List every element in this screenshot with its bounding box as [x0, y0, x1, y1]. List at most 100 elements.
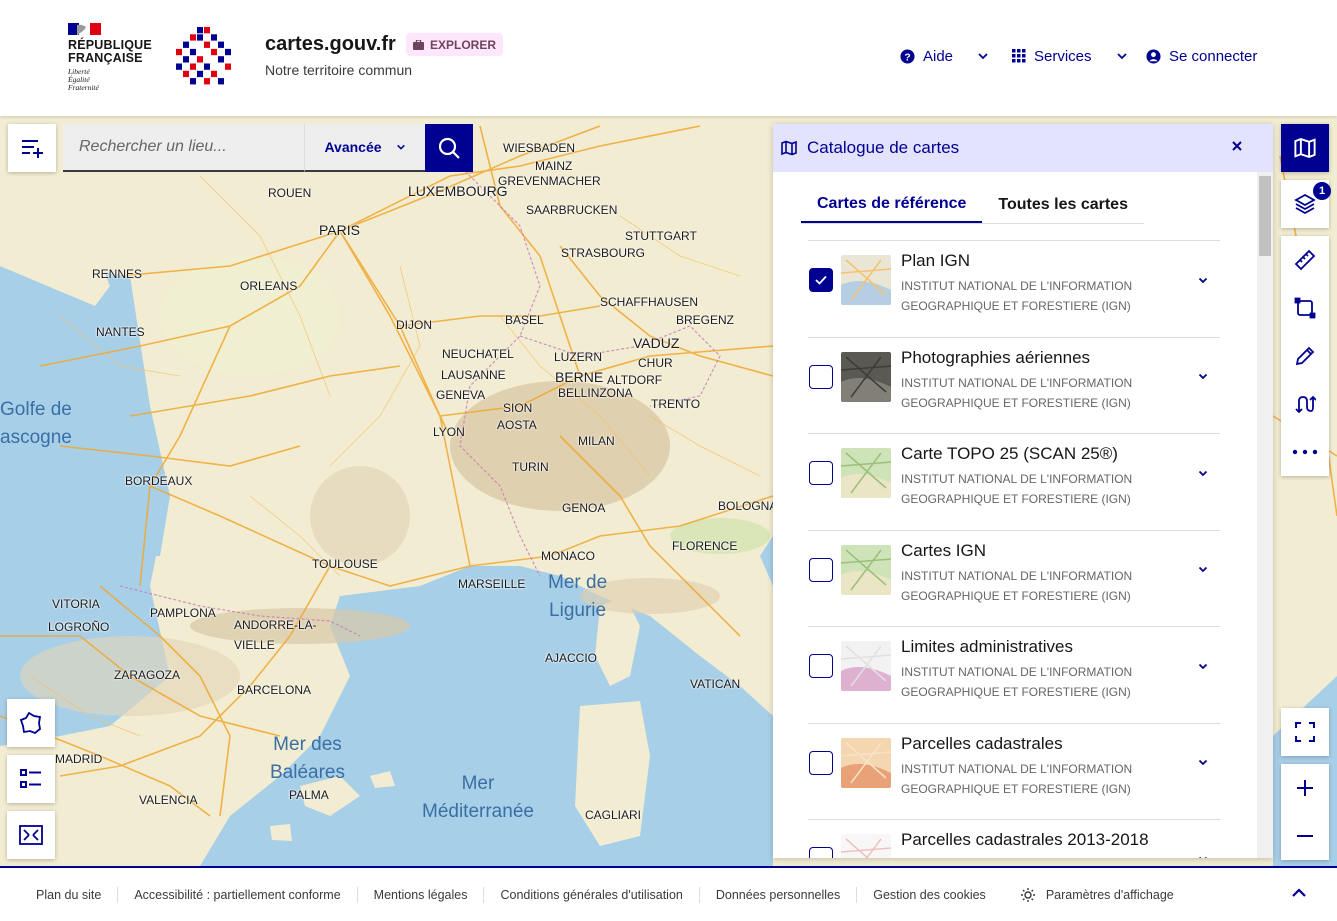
site-footer: Plan du site Accessibilité : partielleme… [0, 866, 1337, 921]
expand-button[interactable] [1194, 369, 1212, 387]
close-icon [1232, 141, 1242, 151]
catalog-tabs: Cartes de référence Toutes les cartes [801, 186, 1144, 224]
zoom-out-button[interactable] [1281, 812, 1329, 860]
map-label: SCHAFFHAUSEN [600, 295, 699, 309]
map-label: BERNE [555, 369, 604, 385]
help-menu-button[interactable]: ? Aide [900, 45, 989, 67]
footer-link-terms[interactable]: Conditions générales d'utilisation [484, 886, 700, 903]
route-button[interactable] [1281, 380, 1329, 428]
expand-button[interactable] [1194, 465, 1212, 483]
search-input[interactable] [63, 124, 304, 172]
layer-item[interactable]: Parcelles cadastrales 2013-2018 INSTITUT … [808, 819, 1220, 858]
layer-item[interactable]: Limites administratives INSTITUT NATIONAL… [808, 626, 1220, 723]
logo-pixel [204, 63, 210, 70]
layer-item[interactable]: Parcelles cadastrales INSTITUT NATIONAL D… [808, 722, 1220, 820]
draw-button[interactable] [1281, 332, 1329, 380]
expand-button[interactable] [1194, 272, 1212, 290]
chevron-down-icon [396, 144, 405, 150]
layer-item[interactable]: Photographies aériennes INSTITUT NATIONAL… [808, 336, 1220, 434]
briefcase-icon [413, 39, 424, 50]
minimap-button[interactable] [7, 811, 55, 859]
layer-producer: INSTITUT NATIONAL DE L'INFORMATION GEOGR… [901, 279, 1133, 313]
layer-thumbnail [841, 448, 891, 498]
layer-checkbox[interactable] [809, 654, 833, 678]
more-icon [1292, 449, 1318, 455]
layer-item[interactable]: Cartes IGN INSTITUT NATIONAL DE L'INFORMA… [808, 529, 1220, 627]
shape-icon [1294, 297, 1316, 319]
logo-pixel [183, 70, 189, 78]
layer-checkbox[interactable] [809, 268, 833, 292]
search-bar: Avancée [63, 124, 473, 172]
zoom-in-button[interactable] [1281, 764, 1329, 812]
territory-button[interactable] [7, 699, 55, 747]
scrollbar-thumb[interactable] [1259, 176, 1271, 256]
layers-button[interactable]: 1 [1281, 180, 1331, 228]
map-label: LUXEMBOURG [408, 183, 508, 199]
display-settings-button[interactable]: Paramètres d'affichage [1020, 887, 1174, 903]
map-label: AOSTA [497, 418, 537, 432]
more-tools-button[interactable] [1281, 428, 1329, 476]
footer-link-legal[interactable]: Mentions légales [358, 886, 485, 903]
site-title[interactable]: cartes.gouv.fr [265, 33, 396, 56]
layer-checkbox[interactable] [809, 847, 833, 858]
expand-button[interactable] [1194, 658, 1212, 676]
logo-pixel [190, 34, 196, 41]
draw-area-button[interactable] [1281, 284, 1329, 332]
close-button[interactable] [1227, 138, 1247, 158]
logo-pixel [218, 56, 224, 63]
tab-reference-maps[interactable]: Cartes de référence [801, 186, 983, 223]
layer-checkbox[interactable] [809, 557, 833, 582]
logo-pixel [211, 70, 217, 78]
map-label: TOULOUSE [312, 557, 378, 571]
republic-title[interactable]: RÉPUBLIQUE FRANÇAISE [68, 39, 152, 65]
footer-link-sitemap[interactable]: Plan du site [20, 886, 119, 903]
footer-link-accessibility[interactable]: Accessibilité : partiellement conforme [118, 886, 358, 903]
logo-pixel [176, 63, 182, 70]
login-button[interactable]: Se connecter [1146, 45, 1257, 67]
fullscreen-group [1281, 708, 1329, 756]
scrollbar[interactable] [1257, 172, 1273, 858]
expand-button[interactable] [1194, 755, 1212, 773]
check-icon [815, 275, 827, 285]
services-menu-button[interactable]: Services [1012, 45, 1128, 67]
chevron-down-icon [978, 53, 988, 60]
expand-button[interactable] [1194, 851, 1212, 858]
measure-button[interactable] [1281, 236, 1329, 284]
map-label: MONACO [541, 549, 595, 563]
catalog-toggle-button[interactable] [1281, 124, 1329, 172]
search-button[interactable] [425, 124, 473, 172]
chevron-up-icon [1292, 887, 1306, 897]
layer-add-button[interactable] [8, 124, 56, 172]
legend-button[interactable] [7, 755, 55, 803]
republic-motto: Liberté Égalité Fraternité [68, 67, 99, 92]
sea-label: Mer de Ligurie [548, 572, 608, 621]
expand-button[interactable] [1194, 562, 1212, 580]
svg-text:?: ? [904, 52, 910, 63]
advanced-search-button[interactable]: Avancée [304, 124, 425, 172]
logo-pixel [204, 78, 210, 85]
tab-all-maps[interactable]: Toutes les cartes [982, 186, 1144, 223]
cartes-logo-icon[interactable] [176, 27, 234, 87]
map-label: DIJON [396, 318, 432, 332]
layer-checkbox[interactable] [809, 750, 833, 775]
map-label: WIESBADEN [503, 141, 576, 155]
chevron-down-icon [1198, 663, 1208, 669]
layer-name: Cartes IGN [901, 540, 987, 560]
map-label: AJACCIO [545, 651, 598, 665]
explorer-badge: EXPLORER [406, 33, 504, 56]
map-label: VADUZ [633, 335, 680, 351]
map-icon [781, 140, 797, 156]
layer-item[interactable]: Plan IGN INSTITUT NATIONAL DE L'INFORMATI… [808, 240, 1220, 337]
logo-pixel [197, 27, 203, 34]
logo-pixel [211, 48, 217, 56]
footer-link-privacy[interactable]: Données personnelles [700, 886, 858, 903]
map-label: GENEVA [436, 388, 486, 402]
layer-item[interactable]: Carte TOPO 25 (SCAN 25®) INSTITUT NATIONA… [808, 433, 1220, 530]
layer-checkbox[interactable] [809, 461, 833, 485]
site-header: RÉPUBLIQUE FRANÇAISE Liberté Égalité Fra… [0, 0, 1337, 116]
fullscreen-button[interactable] [1281, 708, 1329, 756]
footer-link-cookies[interactable]: Gestion des cookies [857, 887, 1002, 903]
map-label: MILAN [578, 434, 615, 448]
layer-checkbox[interactable] [809, 364, 833, 389]
footer-collapse-button[interactable] [1289, 884, 1309, 904]
